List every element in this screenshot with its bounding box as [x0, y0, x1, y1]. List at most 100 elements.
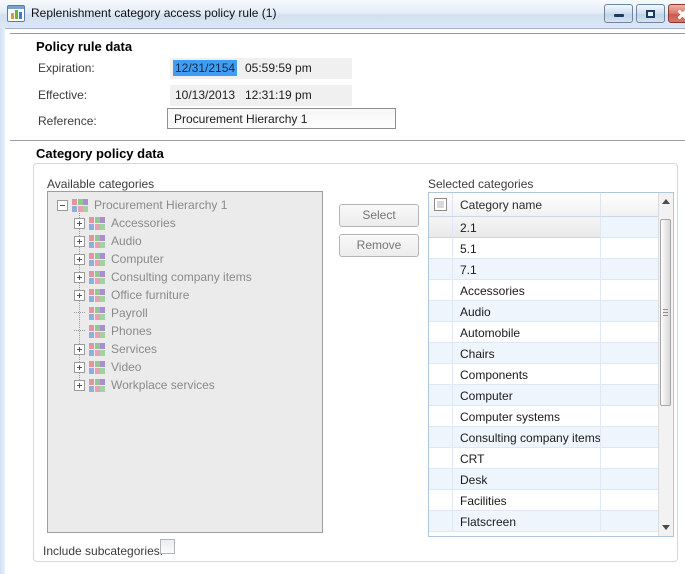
- row-checkbox-cell[interactable]: [429, 259, 453, 280]
- tree-item-label: Accessories: [111, 216, 176, 230]
- row-checkbox-cell[interactable]: [429, 217, 453, 238]
- tree-item-label: Workplace services: [111, 378, 215, 392]
- row-checkbox-cell[interactable]: [429, 364, 453, 385]
- grid-row-2-1[interactable]: 2.1: [429, 217, 658, 238]
- category-name-cell[interactable]: 5.1: [453, 238, 601, 259]
- scroll-up-button[interactable]: [659, 193, 673, 210]
- category-name-cell[interactable]: Desk: [453, 469, 601, 490]
- tree-item-label: Audio: [111, 234, 142, 248]
- expand-plus-icon[interactable]: [74, 362, 85, 373]
- collapse-minus-icon[interactable]: [57, 200, 68, 211]
- category-name-cell[interactable]: Facilities: [453, 490, 601, 511]
- tree-item-consulting-company-items[interactable]: Consulting company items: [74, 268, 322, 286]
- select-all-checkbox[interactable]: [434, 198, 447, 211]
- category-name-cell[interactable]: Flatscreen: [453, 511, 601, 532]
- category-name-cell[interactable]: Accessories: [453, 280, 601, 301]
- category-name-column-header[interactable]: Category name: [453, 193, 601, 216]
- grid-row-automobile[interactable]: Automobile: [429, 322, 658, 343]
- row-checkbox-cell[interactable]: [429, 406, 453, 427]
- category-name-cell[interactable]: 2.1: [453, 217, 601, 238]
- expand-plus-icon[interactable]: [74, 290, 85, 301]
- effective-time-input[interactable]: 12:31:19 pm: [245, 88, 312, 102]
- expiration-label: Expiration:: [38, 61, 95, 75]
- row-checkbox-cell[interactable]: [429, 469, 453, 490]
- grid-row-7-1[interactable]: 7.1: [429, 259, 658, 280]
- expand-plus-icon[interactable]: [74, 254, 85, 265]
- tree-item-phones[interactable]: Phones: [74, 322, 322, 340]
- tree-item-root[interactable]: Procurement Hierarchy 1: [57, 196, 322, 214]
- empty-cell: [601, 490, 658, 511]
- grid-row-consulting-company-items[interactable]: Consulting company items: [429, 427, 658, 448]
- scroll-down-button[interactable]: [659, 519, 673, 536]
- expand-plus-icon[interactable]: [74, 344, 85, 355]
- grid-row-accessories[interactable]: Accessories: [429, 280, 658, 301]
- effective-date-input[interactable]: 10/13/2013: [173, 87, 237, 103]
- tree-item-accessories[interactable]: Accessories: [74, 214, 322, 232]
- reference-input[interactable]: Procurement Hierarchy 1: [167, 108, 396, 129]
- row-checkbox-cell[interactable]: [429, 511, 453, 532]
- category-icon: [89, 271, 105, 284]
- tree-item-label: Procurement Hierarchy 1: [94, 198, 227, 212]
- scrollbar-thumb[interactable]: [660, 219, 671, 406]
- row-checkbox-cell[interactable]: [429, 490, 453, 511]
- expand-plus-icon[interactable]: [74, 218, 85, 229]
- tree-connector-stub: [74, 312, 85, 314]
- minimize-button[interactable]: [604, 4, 633, 23]
- grid-vertical-scrollbar[interactable]: [658, 193, 673, 536]
- category-name-cell[interactable]: Components: [453, 364, 601, 385]
- grid-row-computer-systems[interactable]: Computer systems: [429, 406, 658, 427]
- tree-item-label: Consulting company items: [111, 270, 252, 284]
- category-name-cell[interactable]: Consulting company items: [453, 427, 601, 448]
- grid-row-flatscreen[interactable]: Flatscreen: [429, 511, 658, 532]
- effective-label: Effective:: [38, 88, 87, 102]
- tree-item-payroll[interactable]: Payroll: [74, 304, 322, 322]
- minimize-icon: [614, 14, 624, 17]
- expand-plus-icon[interactable]: [74, 272, 85, 283]
- tree-item-video[interactable]: Video: [74, 358, 322, 376]
- row-checkbox-cell[interactable]: [429, 343, 453, 364]
- row-checkbox-cell[interactable]: [429, 322, 453, 343]
- remove-button[interactable]: Remove: [339, 234, 419, 257]
- tree-item-audio[interactable]: Audio: [74, 232, 322, 250]
- close-button[interactable]: [668, 4, 685, 23]
- expiration-time-input[interactable]: 05:59:59 pm: [245, 61, 312, 75]
- category-name-cell[interactable]: Chairs: [453, 343, 601, 364]
- row-checkbox-cell[interactable]: [429, 448, 453, 469]
- row-checkbox-cell[interactable]: [429, 301, 453, 322]
- tree-item-workplace-services[interactable]: Workplace services: [74, 376, 322, 394]
- tree-item-computer[interactable]: Computer: [74, 250, 322, 268]
- empty-cell: [601, 427, 658, 448]
- tree-item-services[interactable]: Services: [74, 340, 322, 358]
- expand-plus-icon[interactable]: [74, 236, 85, 247]
- grid-row-audio[interactable]: Audio: [429, 301, 658, 322]
- grid-row-components[interactable]: Components: [429, 364, 658, 385]
- empty-cell: [601, 301, 658, 322]
- row-checkbox-cell[interactable]: [429, 280, 453, 301]
- empty-cell: [601, 406, 658, 427]
- expand-plus-icon[interactable]: [74, 380, 85, 391]
- expiration-date-input[interactable]: 12/31/2154: [173, 60, 237, 76]
- empty-cell: [601, 469, 658, 490]
- category-name-cell[interactable]: Computer systems: [453, 406, 601, 427]
- category-name-cell[interactable]: Audio: [453, 301, 601, 322]
- category-name-cell[interactable]: CRT: [453, 448, 601, 469]
- row-checkbox-cell[interactable]: [429, 385, 453, 406]
- grid-row-5-1[interactable]: 5.1: [429, 238, 658, 259]
- tree-item-office-furniture[interactable]: Office furniture: [74, 286, 322, 304]
- grid-row-desk[interactable]: Desk: [429, 469, 658, 490]
- grid-row-computer[interactable]: Computer: [429, 385, 658, 406]
- row-checkbox-cell[interactable]: [429, 238, 453, 259]
- category-name-cell[interactable]: Automobile: [453, 322, 601, 343]
- grid-row-chairs[interactable]: Chairs: [429, 343, 658, 364]
- include-subcategories-checkbox[interactable]: [160, 539, 175, 554]
- category-name-cell[interactable]: Computer: [453, 385, 601, 406]
- effective-field-group: 10/13/2013 12:31:19 pm: [170, 85, 352, 106]
- grid-row-crt[interactable]: CRT: [429, 448, 658, 469]
- maximize-button[interactable]: [636, 4, 665, 23]
- expiration-field-group: 12/31/2154 05:59:59 pm: [170, 58, 352, 79]
- select-button[interactable]: Select: [339, 204, 419, 227]
- grid-row-facilities[interactable]: Facilities: [429, 490, 658, 511]
- available-categories-tree[interactable]: Procurement Hierarchy 1 Accessories Audio…: [47, 191, 323, 533]
- row-checkbox-cell[interactable]: [429, 427, 453, 448]
- category-name-cell[interactable]: 7.1: [453, 259, 601, 280]
